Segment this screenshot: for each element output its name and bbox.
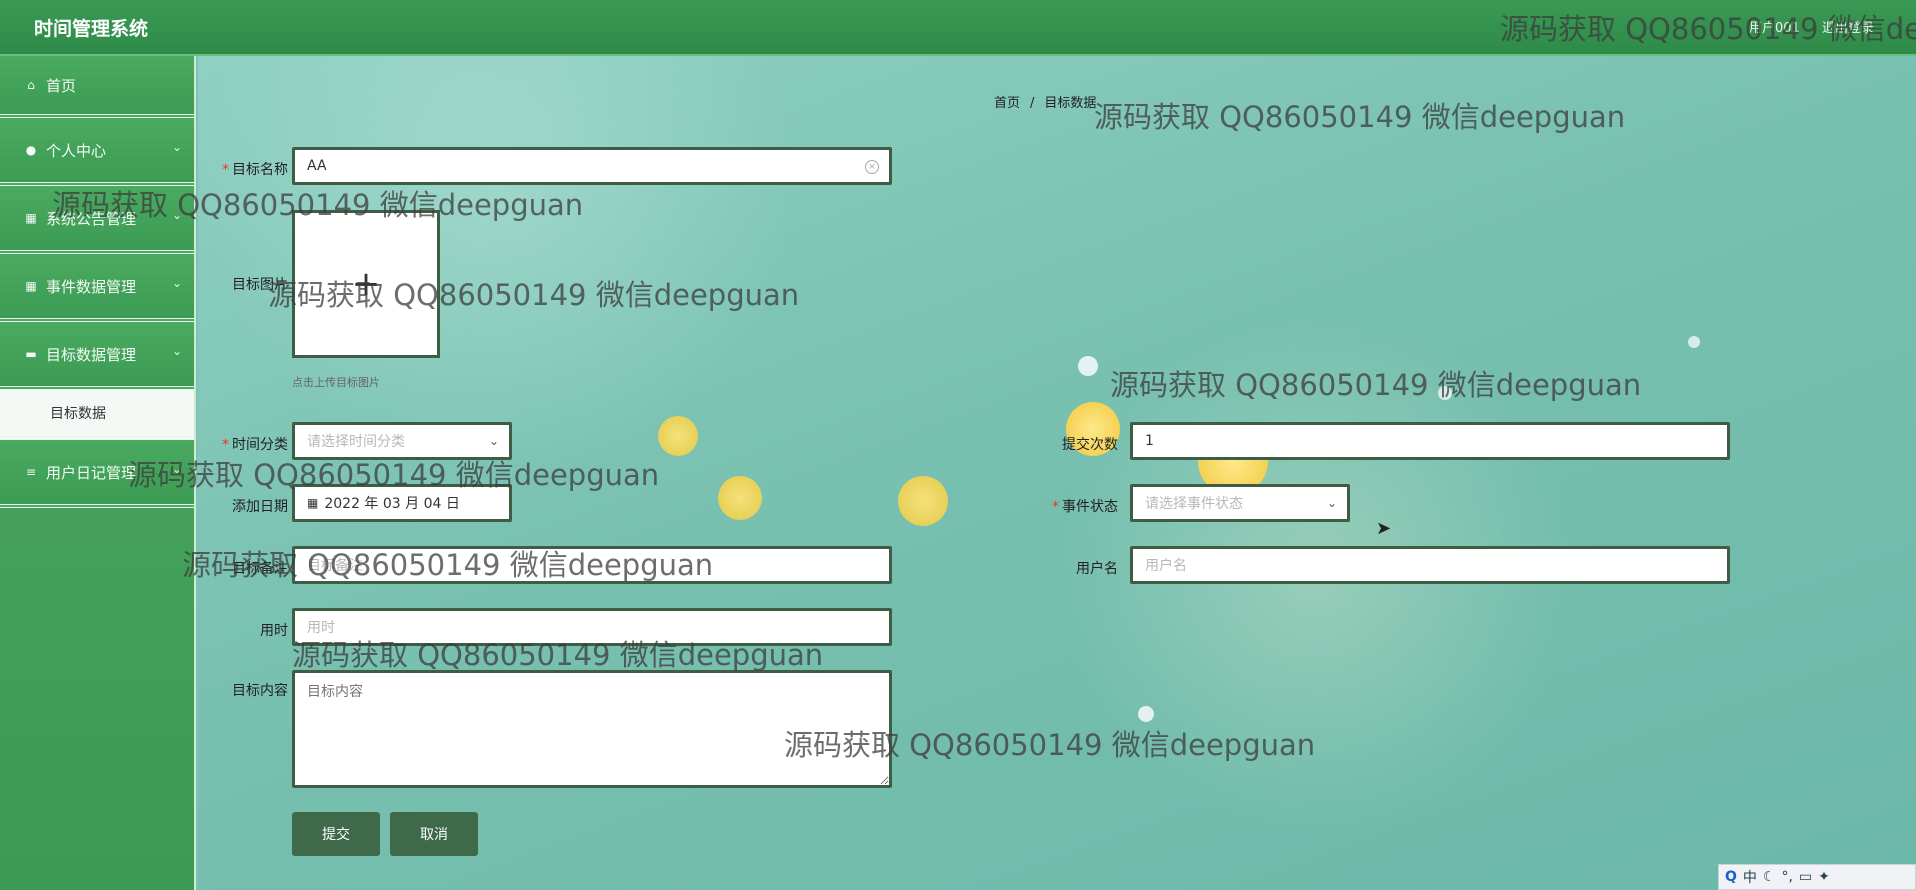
target-name-value: AA [307,158,327,174]
flower-decoration [898,476,948,526]
top-right-area: 用户001 退出登录 [1731,17,1874,36]
required-mark: * [222,162,229,178]
sidebar: ⌂ 首页 ● 个人中心 ⌄ ▦ 系统公告管理 ⌄ ▦ 事件数据管理 ⌄ ▬ 目标… [0,56,196,890]
clear-icon[interactable]: × [865,160,879,174]
required-mark: * [222,437,229,453]
breadcrumb: 首页 / 目标数据 [994,92,1096,111]
settings-icon[interactable]: ✦ [1818,869,1830,885]
chevron-down-icon: ⌄ [1326,496,1337,510]
chevron-down-icon: ⌄ [171,462,182,476]
target-name-input[interactable]: AA × [292,147,892,185]
target-note-label: 目标备注 [232,561,288,577]
target-image-label: 目标图片 [232,277,288,293]
home-icon: ⌂ [27,78,35,92]
ime-toolbar[interactable]: Q 中 ☾ °, ▭ ✦ [1718,864,1916,890]
username-input[interactable]: 用户名 [1130,546,1730,584]
sidebar-item-home[interactable]: ⌂ 首页 [0,56,194,118]
punctuation-icon[interactable]: °, [1781,869,1792,885]
event-status-select[interactable]: 请选择事件状态 ⌄ [1130,484,1350,522]
add-date-label: 添加日期 [232,499,288,515]
sidebar-item-personal-center[interactable]: ● 个人中心 ⌄ [0,118,194,186]
username-label: 用户名 [1076,561,1118,577]
sidebar-item-label: 个人中心 [46,141,107,160]
flower-decoration [718,476,762,520]
mouse-cursor-icon: ➤ [1376,518,1392,539]
target-name-label: * 目标名称 [222,162,288,178]
chevron-down-icon: ⌄ [171,276,182,290]
sidebar-item-label: 首页 [46,76,77,95]
plus-icon: + [351,264,381,304]
submit-count-input[interactable]: 1 [1130,422,1730,460]
breadcrumb-separator: / [1030,96,1035,111]
chevron-down-icon: ⌄ [171,140,182,154]
sidebar-item-label: 目标数据管理 [46,345,137,364]
event-status-placeholder: 请选择事件状态 [1145,496,1243,512]
main-content: 首页 / 目标数据 * 目标名称 AA × 目标图片 + 点击上传目标图片 * 时间分类… [198,56,1916,890]
sidebar-subitem-target-data[interactable]: 目标数据 [0,390,194,440]
chevron-down-icon: ⌄ [171,208,182,222]
target-note-placeholder: 目标备注 [307,558,363,574]
sidebar-item-label: 事件数据管理 [46,277,137,296]
breadcrumb-current: 目标数据 [1044,96,1097,111]
bokeh-decoration [1138,706,1154,722]
chevron-down-icon: ⌄ [171,344,182,358]
username-placeholder: 用户名 [1145,558,1187,574]
submit-button[interactable]: 提交 [292,812,380,856]
add-date-value: 2022 年 03 月 04 日 [324,496,460,512]
time-used-label: 用时 [260,623,288,639]
upload-hint: 点击上传目标图片 [292,376,380,389]
chevron-down-icon: ⌄ [488,434,499,448]
cancel-button[interactable]: 取消 [390,812,478,856]
time-used-input[interactable]: 用时 [292,608,892,646]
sidebar-subitem-label: 目标数据 [50,406,106,422]
time-used-placeholder: 用时 [307,620,335,636]
user-icon: ● [25,143,37,157]
keyboard-icon[interactable]: ▭ [1799,869,1812,885]
cup-icon: ▬ [25,347,37,361]
image-upload-button[interactable]: + [292,210,440,358]
target-content-textarea[interactable] [292,670,892,788]
target-content-label: 目标内容 [232,683,288,699]
submit-count-value: 1 [1145,433,1154,449]
top-bar: 时间管理系统 用户001 退出登录 [0,0,1916,56]
sidebar-item-user-diary[interactable]: ≡ 用户日记管理 ⌄ [0,440,194,508]
breadcrumb-home[interactable]: 首页 [994,96,1020,111]
event-status-label: * 事件状态 [1052,499,1118,515]
target-note-input[interactable]: 目标备注 [292,546,892,584]
flower-decoration [658,416,698,456]
time-category-label: * 时间分类 [222,437,288,453]
sidebar-item-announcement[interactable]: ▦ 系统公告管理 ⌄ [0,186,194,254]
bokeh-decoration [1688,336,1700,348]
logout-link[interactable]: 退出登录 [1822,21,1874,36]
bokeh-decoration [1438,386,1452,400]
menu-icon: ≡ [25,465,37,479]
time-category-placeholder: 请选择时间分类 [307,434,405,450]
calendar-icon: ▦ [307,496,319,510]
ime-logo-icon: Q [1725,869,1737,885]
sidebar-item-event-data[interactable]: ▦ 事件数据管理 ⌄ [0,254,194,322]
user-name-label[interactable]: 用户001 [1749,21,1800,36]
grid-icon: ▦ [25,211,37,225]
bokeh-decoration [1078,356,1098,376]
sidebar-item-label: 系统公告管理 [46,209,137,228]
add-date-picker[interactable]: ▦ 2022 年 03 月 04 日 [292,484,512,522]
sidebar-item-target-data[interactable]: ▬ 目标数据管理 ⌄ [0,322,194,390]
moon-icon[interactable]: ☾ [1763,869,1776,885]
grid-icon: ▦ [25,279,37,293]
app-title: 时间管理系统 [34,18,149,40]
submit-count-label: 提交次数 [1062,437,1118,453]
sidebar-item-label: 用户日记管理 [46,463,137,482]
time-category-select[interactable]: 请选择时间分类 ⌄ [292,422,512,460]
ime-mode-label[interactable]: 中 [1743,867,1757,887]
required-mark: * [1052,499,1059,515]
